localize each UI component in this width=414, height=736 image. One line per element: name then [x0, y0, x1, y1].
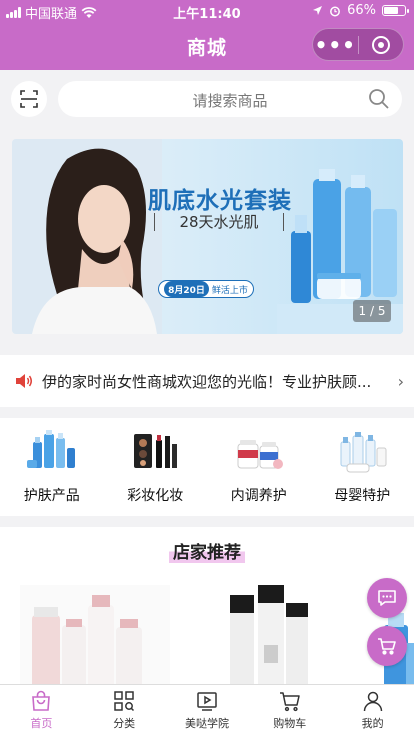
notice-text: 伊的家时尚女性商城欢迎您的光临！专业护肤顾...: [42, 372, 372, 391]
tab-category[interactable]: 分类: [83, 685, 166, 736]
tab-label: 购物车: [273, 717, 307, 730]
cart-icon: [378, 638, 396, 655]
category-makeup[interactable]: 彩妆化妆: [104, 418, 208, 516]
launch-date: 8月20日: [164, 281, 209, 297]
launch-text: 鲜活上市: [211, 285, 248, 296]
launch-date-pill: 8月20日 鲜活上市: [158, 280, 254, 298]
status-bar: 中国联通 上午11:40 66%: [0, 0, 414, 22]
banner-page-indicator: 1 / 5: [353, 300, 391, 322]
category-baby-care[interactable]: 母婴特护: [311, 418, 414, 516]
tab-label: 我的: [361, 717, 384, 730]
search-input[interactable]: 请搜索商品: [58, 81, 402, 117]
nav-bar: 商城 •••: [0, 22, 414, 70]
tab-profile[interactable]: 我的: [331, 685, 414, 736]
section-title: 店家推荐: [169, 538, 245, 563]
user-icon: [363, 691, 382, 712]
category-skincare[interactable]: 护肤产品: [0, 418, 104, 516]
category-label: 母婴特护: [334, 488, 391, 504]
grid-icon: [114, 691, 135, 712]
category-nutrition[interactable]: 内调养护: [207, 418, 311, 516]
customer-service-button[interactable]: [367, 578, 407, 618]
tab-cart[interactable]: 购物车: [248, 685, 331, 736]
model-photo: [12, 139, 162, 334]
cart-icon: [279, 692, 300, 712]
category-grid: 护肤产品 彩妆化妆 内调养护 母婴特护: [0, 418, 414, 516]
tab-label: 分类: [113, 717, 136, 730]
chat-icon: [378, 590, 396, 606]
search-placeholder: 请搜索商品: [192, 92, 268, 110]
baby-care-icon: [340, 432, 387, 473]
makeup-icon: [134, 434, 178, 468]
product-card-image[interactable]: [20, 585, 170, 684]
category-label: 彩妆化妆: [127, 488, 184, 504]
scan-button[interactable]: [11, 81, 47, 117]
tab-label: 首页: [30, 717, 53, 730]
tab-label: 美哒学院: [184, 717, 229, 730]
skincare-icon: [26, 430, 75, 468]
category-label: 内调养护: [230, 488, 287, 504]
mini-program-capsule: •••: [312, 28, 404, 61]
battery-icon: [382, 5, 409, 16]
search-icon: [369, 89, 389, 109]
chevron-right-icon: ›: [397, 372, 404, 391]
bag-icon: [32, 690, 51, 711]
battery-percent: 66%: [347, 3, 376, 18]
alarm-icon: [330, 6, 341, 16]
category-label: 护肤产品: [23, 488, 80, 504]
close-button[interactable]: [358, 35, 403, 54]
nutrition-icon: [237, 440, 283, 469]
recommended-section: 店家推荐: [0, 527, 414, 684]
notice-bar[interactable]: 伊的家时尚女性商城欢迎您的光临！专业护肤顾... ›: [0, 355, 414, 407]
banner-subtitle: 28天水光肌: [154, 213, 284, 231]
tab-home[interactable]: 首页: [0, 685, 83, 736]
banner-headline: 肌底水光套装: [148, 188, 292, 214]
promo-banner[interactable]: 肌底水光套装 28天水光肌 8月20日 鲜活上市 1 / 5: [12, 139, 403, 334]
product-card-image[interactable]: [190, 585, 340, 684]
search-bar: 请搜索商品: [0, 70, 414, 128]
floating-cart-button[interactable]: [367, 626, 407, 666]
video-icon: [197, 692, 217, 711]
tab-academy[interactable]: 美哒学院: [166, 685, 249, 736]
speaker-icon: [16, 374, 32, 388]
scan-icon: [20, 90, 38, 108]
target-icon: [371, 35, 390, 54]
more-button[interactable]: •••: [313, 35, 358, 55]
tab-bar: 首页 分类 美哒学院 购物车 我的: [0, 684, 414, 736]
location-icon: [313, 6, 323, 15]
